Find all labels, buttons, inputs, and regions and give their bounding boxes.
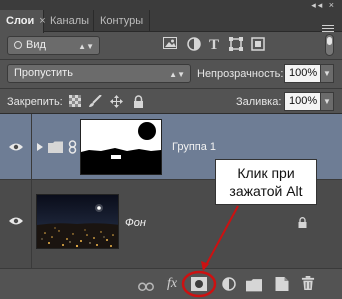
annotation-arrow: [204, 205, 239, 268]
callout-line-2: зажатой Alt: [229, 183, 303, 199]
callout-box: Клик при зажатой Alt: [215, 159, 317, 205]
annotation-overlay: [181, 205, 239, 298]
highlight-circle: [181, 270, 217, 298]
callout-line-1: Клик при: [237, 165, 295, 181]
